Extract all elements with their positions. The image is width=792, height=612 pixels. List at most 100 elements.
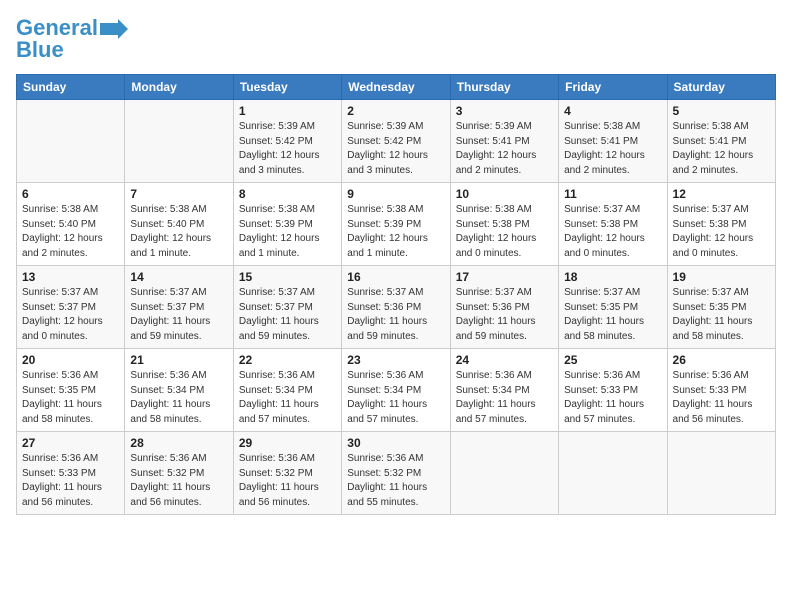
- page-header: General Blue: [16, 16, 776, 62]
- day-number: 6: [22, 187, 119, 201]
- day-detail: Sunrise: 5:39 AM Sunset: 5:41 PM Dayligh…: [456, 120, 553, 178]
- day-number: 23: [347, 353, 444, 367]
- day-cell: 26 Sunrise: 5:36 AM Sunset: 5:33 PM Dayli…: [667, 349, 775, 432]
- day-cell: 14Sunrise: 5:37 AM Sunset: 5:37 PM Dayli…: [125, 266, 233, 349]
- day-detail: Sunrise: 5:36 AM Sunset: 5:34 PM Dayligh…: [239, 369, 336, 427]
- day-cell: 13 Sunrise: 5:37 AM Sunset: 5:37 PM Dayli…: [17, 266, 125, 349]
- day-cell: 15Sunrise: 5:37 AM Sunset: 5:37 PM Dayli…: [233, 266, 341, 349]
- day-cell: 23Sunrise: 5:36 AM Sunset: 5:34 PM Dayli…: [342, 349, 450, 432]
- week-row-1: 1Sunrise: 5:39 AM Sunset: 5:42 PM Daylig…: [17, 100, 776, 183]
- day-number: 9: [347, 187, 444, 201]
- day-cell: 28 Sunrise: 5:36 AM Sunset: 5:32 PM Dayli…: [125, 432, 233, 515]
- day-detail: Sunrise: 5:36 AM Sunset: 5:35 PM Dayligh…: [22, 369, 119, 427]
- day-detail: Sunrise: 5:36 AM Sunset: 5:34 PM Dayligh…: [456, 369, 553, 427]
- day-number: 4: [564, 104, 661, 118]
- day-number: 3: [456, 104, 553, 118]
- day-number: 16: [347, 270, 444, 284]
- column-header-tuesday: Tuesday: [233, 75, 341, 100]
- day-detail: Sunrise: 5:39 AM Sunset: 5:42 PM Dayligh…: [239, 120, 336, 178]
- column-header-wednesday: Wednesday: [342, 75, 450, 100]
- day-number: 21: [130, 353, 227, 367]
- day-number: 26: [673, 353, 770, 367]
- day-detail: Sunrise: 5:36 AM Sunset: 5:34 PM Dayligh…: [130, 369, 227, 427]
- day-detail: Sunrise: 5:36 AM Sunset: 5:33 PM Dayligh…: [22, 452, 119, 510]
- day-cell: 30 Sunrise: 5:36 AM Sunset: 5:32 PM Dayli…: [342, 432, 450, 515]
- day-cell: 1Sunrise: 5:39 AM Sunset: 5:42 PM Daylig…: [233, 100, 341, 183]
- calendar-table: SundayMondayTuesdayWednesdayThursdayFrid…: [16, 74, 776, 515]
- day-number: 18: [564, 270, 661, 284]
- day-detail: Sunrise: 5:39 AM Sunset: 5:42 PM Dayligh…: [347, 120, 444, 178]
- day-cell: [17, 100, 125, 183]
- day-detail: Sunrise: 5:37 AM Sunset: 5:38 PM Dayligh…: [564, 203, 661, 261]
- day-cell: 24 Sunrise: 5:36 AM Sunset: 5:34 PM Dayli…: [450, 349, 558, 432]
- day-cell: 12 Sunrise: 5:37 AM Sunset: 5:38 PM Dayli…: [667, 183, 775, 266]
- day-detail: Sunrise: 5:37 AM Sunset: 5:38 PM Dayligh…: [673, 203, 770, 261]
- day-number: 20: [22, 353, 119, 367]
- day-detail: Sunrise: 5:38 AM Sunset: 5:38 PM Dayligh…: [456, 203, 553, 261]
- day-cell: 5 Sunrise: 5:38 AM Sunset: 5:41 PM Daylig…: [667, 100, 775, 183]
- day-number: 13: [22, 270, 119, 284]
- day-detail: Sunrise: 5:36 AM Sunset: 5:32 PM Dayligh…: [239, 452, 336, 510]
- day-detail: Sunrise: 5:38 AM Sunset: 5:41 PM Dayligh…: [564, 120, 661, 178]
- day-cell: [667, 432, 775, 515]
- day-cell: 11 Sunrise: 5:37 AM Sunset: 5:38 PM Dayli…: [559, 183, 667, 266]
- logo-blue-text: Blue: [16, 38, 64, 62]
- day-number: 5: [673, 104, 770, 118]
- column-header-monday: Monday: [125, 75, 233, 100]
- day-cell: 29 Sunrise: 5:36 AM Sunset: 5:32 PM Dayli…: [233, 432, 341, 515]
- day-detail: Sunrise: 5:38 AM Sunset: 5:41 PM Dayligh…: [673, 120, 770, 178]
- day-number: 29: [239, 436, 336, 450]
- column-header-friday: Friday: [559, 75, 667, 100]
- day-detail: Sunrise: 5:38 AM Sunset: 5:40 PM Dayligh…: [22, 203, 119, 261]
- day-number: 12: [673, 187, 770, 201]
- day-cell: 9 Sunrise: 5:38 AM Sunset: 5:39 PM Daylig…: [342, 183, 450, 266]
- day-cell: 25 Sunrise: 5:36 AM Sunset: 5:33 PM Dayli…: [559, 349, 667, 432]
- day-cell: 4 Sunrise: 5:38 AM Sunset: 5:41 PM Daylig…: [559, 100, 667, 183]
- day-detail: Sunrise: 5:36 AM Sunset: 5:33 PM Dayligh…: [564, 369, 661, 427]
- day-detail: Sunrise: 5:37 AM Sunset: 5:35 PM Dayligh…: [564, 286, 661, 344]
- day-detail: Sunrise: 5:38 AM Sunset: 5:40 PM Dayligh…: [130, 203, 227, 261]
- day-number: 28: [130, 436, 227, 450]
- day-detail: Sunrise: 5:37 AM Sunset: 5:36 PM Dayligh…: [347, 286, 444, 344]
- day-number: 22: [239, 353, 336, 367]
- day-number: 24: [456, 353, 553, 367]
- day-cell: 6 Sunrise: 5:38 AM Sunset: 5:40 PM Daylig…: [17, 183, 125, 266]
- day-cell: 20 Sunrise: 5:36 AM Sunset: 5:35 PM Dayli…: [17, 349, 125, 432]
- day-cell: 3 Sunrise: 5:39 AM Sunset: 5:41 PM Daylig…: [450, 100, 558, 183]
- day-cell: 8Sunrise: 5:38 AM Sunset: 5:39 PM Daylig…: [233, 183, 341, 266]
- day-number: 7: [130, 187, 227, 201]
- logo: General Blue: [16, 16, 128, 62]
- day-cell: 27 Sunrise: 5:36 AM Sunset: 5:33 PM Dayli…: [17, 432, 125, 515]
- day-number: 27: [22, 436, 119, 450]
- day-number: 10: [456, 187, 553, 201]
- day-detail: Sunrise: 5:36 AM Sunset: 5:32 PM Dayligh…: [347, 452, 444, 510]
- day-detail: Sunrise: 5:37 AM Sunset: 5:36 PM Dayligh…: [456, 286, 553, 344]
- header-row: SundayMondayTuesdayWednesdayThursdayFrid…: [17, 75, 776, 100]
- day-number: 8: [239, 187, 336, 201]
- day-cell: 2Sunrise: 5:39 AM Sunset: 5:42 PM Daylig…: [342, 100, 450, 183]
- day-number: 19: [673, 270, 770, 284]
- day-cell: 19 Sunrise: 5:37 AM Sunset: 5:35 PM Dayli…: [667, 266, 775, 349]
- day-detail: Sunrise: 5:36 AM Sunset: 5:33 PM Dayligh…: [673, 369, 770, 427]
- day-number: 30: [347, 436, 444, 450]
- week-row-2: 6 Sunrise: 5:38 AM Sunset: 5:40 PM Daylig…: [17, 183, 776, 266]
- day-detail: Sunrise: 5:37 AM Sunset: 5:37 PM Dayligh…: [22, 286, 119, 344]
- column-header-saturday: Saturday: [667, 75, 775, 100]
- day-cell: [559, 432, 667, 515]
- day-number: 11: [564, 187, 661, 201]
- day-number: 17: [456, 270, 553, 284]
- column-header-thursday: Thursday: [450, 75, 558, 100]
- day-detail: Sunrise: 5:36 AM Sunset: 5:32 PM Dayligh…: [130, 452, 227, 510]
- day-cell: 16 Sunrise: 5:37 AM Sunset: 5:36 PM Dayli…: [342, 266, 450, 349]
- week-row-3: 13 Sunrise: 5:37 AM Sunset: 5:37 PM Dayli…: [17, 266, 776, 349]
- week-row-4: 20 Sunrise: 5:36 AM Sunset: 5:35 PM Dayli…: [17, 349, 776, 432]
- day-detail: Sunrise: 5:37 AM Sunset: 5:35 PM Dayligh…: [673, 286, 770, 344]
- day-number: 15: [239, 270, 336, 284]
- day-cell: 17 Sunrise: 5:37 AM Sunset: 5:36 PM Dayli…: [450, 266, 558, 349]
- day-cell: 18 Sunrise: 5:37 AM Sunset: 5:35 PM Dayli…: [559, 266, 667, 349]
- day-cell: [450, 432, 558, 515]
- day-detail: Sunrise: 5:38 AM Sunset: 5:39 PM Dayligh…: [347, 203, 444, 261]
- day-number: 25: [564, 353, 661, 367]
- column-header-sunday: Sunday: [17, 75, 125, 100]
- day-cell: [125, 100, 233, 183]
